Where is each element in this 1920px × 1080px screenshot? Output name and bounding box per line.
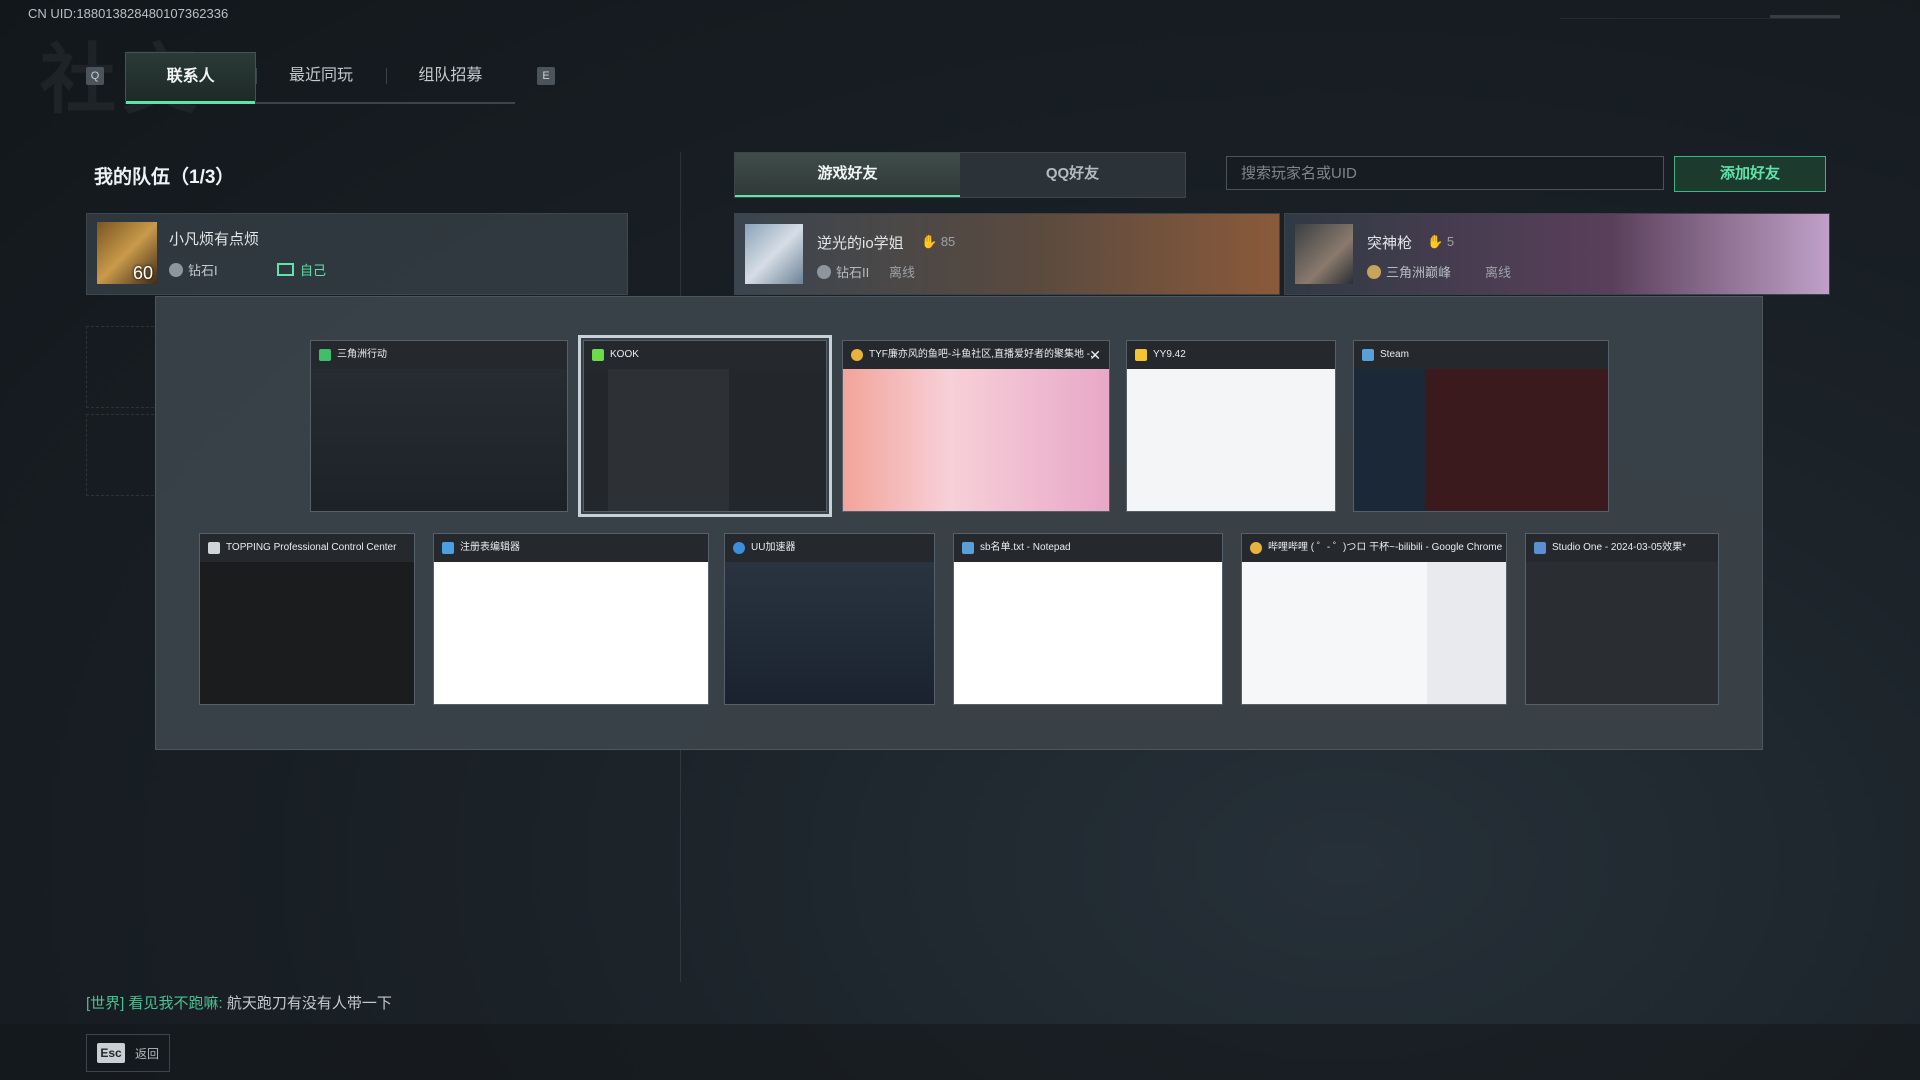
window-title: 哔哩哔哩 ( ゜- ゜)つロ 干杯~-bilibili - Google Chr… [1268,542,1503,553]
member-rank-text: 钻石I [188,263,218,278]
window-preview [1127,369,1335,511]
tab-qq-friends[interactable]: QQ好友 [960,153,1185,197]
member-level: 60 [132,263,153,283]
app-icon [1250,542,1262,554]
window-thumbnail[interactable]: Studio One - 2024-03-05效果* [1525,533,1719,705]
member-rank: 钻石I [169,260,218,279]
window-thumbnail[interactable]: TYF廉亦风的鱼吧-斗鱼社区,直播爱好者的聚集地 -... ✕ [842,340,1110,512]
window-preview [200,562,414,704]
window-title: TOPPING Professional Control Center [226,542,397,553]
world-chat-line: [世界] 看见我不跑嘛: 航天跑刀有没有人带一下 [86,995,392,1012]
app-icon [442,542,454,554]
friend-count-value: 5 [1446,234,1455,249]
app-icon [319,349,331,361]
friend-rank-text: 钻石II [836,265,870,280]
esc-key: Esc [97,1043,125,1063]
window-preview [1354,369,1608,511]
window-preview [725,562,934,704]
window-title: TYF廉亦风的鱼吧-斗鱼社区,直播爱好者的聚集地 -... [869,349,1099,360]
app-icon [1135,349,1147,361]
app-icon [592,349,604,361]
friend-tabs: 游戏好友 QQ好友 [734,152,1186,198]
friend-count-value: 85 [940,234,956,249]
window-preview [584,369,826,511]
add-friend-button[interactable]: 添加好友 [1674,156,1826,192]
member-status: 自己 [277,260,326,279]
team-member-card[interactable]: 60 小凡烦有点烦 钻石I 自己 [86,213,628,295]
friend-card[interactable]: 突神枪 ✋ 5 三角洲巅峰 离线 [1284,213,1830,295]
window-title: 注册表编辑器 [460,542,520,553]
app-icon [208,542,220,554]
friend-status: 离线 [889,265,916,280]
hand-icon: ✋ [1427,234,1444,249]
top-decoration [1560,15,1840,55]
app-icon [962,542,974,554]
window-thumbnail[interactable]: 三角洲行动 [310,340,568,512]
close-icon[interactable]: ✕ [1089,341,1101,369]
avatar [745,224,803,284]
friend-rank: 钻石II [817,262,869,281]
app-icon [1362,349,1374,361]
window-thumbnail[interactable]: YY9.42 [1126,340,1336,512]
team-title: 我的队伍（1/3） [94,167,235,188]
friend-rank: 三角洲巅峰 [1367,262,1451,281]
main-tabs: 联系人 最近同玩 组队招募 [125,52,515,104]
rank-icon [169,263,183,277]
friend-card[interactable]: 逆光的io学姐 ✋ 85 钻石II 离线 [734,213,1280,295]
friend-name: 逆光的io学姐 [817,235,904,252]
window-title: 三角洲行动 [337,349,387,360]
window-title: Steam [1380,349,1409,360]
search-input[interactable]: 搜索玩家名或UID [1226,156,1664,190]
window-preview [434,562,708,704]
avatar [1295,224,1353,284]
window-thumbnail[interactable]: 哔哩哔哩 ( ゜- ゜)つロ 干杯~-bilibili - Google Chr… [1241,533,1507,705]
chat-channel: [世界] [86,995,125,1012]
app-icon [851,349,863,361]
back-label: 返回 [135,1047,160,1061]
rank-icon [817,265,831,279]
window-thumbnail-selected[interactable]: KOOK [578,335,832,517]
friend-status: 离线 [1485,265,1512,280]
tab-recent-played[interactable]: 最近同玩 [256,52,385,100]
friend-rank-text: 三角洲巅峰 [1386,265,1452,280]
window-preview [311,369,567,511]
window-thumbnail[interactable]: TOPPING Professional Control Center [199,533,415,705]
bottom-bar [0,1024,1920,1080]
window-thumbnail[interactable]: Steam [1353,340,1609,512]
hand-icon: ✋ [921,234,938,249]
window-title: UU加速器 [751,542,796,553]
tab-contacts[interactable]: 联系人 [125,52,257,104]
chat-message: 航天跑刀有没有人带一下 [226,995,392,1012]
app-icon [1534,542,1546,554]
member-name: 小凡烦有点烦 [169,231,260,248]
window-title: YY9.42 [1153,349,1186,360]
chat-user[interactable]: 看见我不跑嘛 [129,995,219,1012]
avatar: 60 [97,222,157,284]
window-title: KOOK [610,349,639,360]
window-thumbnail[interactable]: 注册表编辑器 [433,533,709,705]
tab-game-friends[interactable]: 游戏好友 [735,153,960,197]
tab-team-recruit[interactable]: 组队招募 [385,52,515,100]
rank-icon [1367,265,1381,279]
app-icon [733,542,745,554]
window-title: Studio One - 2024-03-05效果* [1552,542,1686,553]
window-thumbnail[interactable]: sb名单.txt - Notepad [953,533,1223,705]
friend-count: ✋ 85 [921,234,955,250]
window-title: sb名单.txt - Notepad [980,542,1071,553]
window-preview [843,369,1109,511]
member-status-text: 自己 [300,263,327,278]
window-preview [1526,562,1718,704]
friend-name: 突神枪 [1367,235,1413,252]
pc-icon [277,263,294,276]
window-thumbnail[interactable]: UU加速器 [724,533,935,705]
prev-tab-key[interactable]: Q [86,67,104,85]
window-preview [1242,562,1506,704]
next-tab-key[interactable]: E [537,67,555,85]
back-button[interactable]: Esc 返回 [86,1034,170,1072]
friend-count: ✋ 5 [1427,234,1454,250]
window-preview [954,562,1222,704]
task-switcher: 三角洲行动 KOOK TYF廉亦风的鱼吧-斗鱼社区,直播爱好者的聚集地 -...… [155,296,1763,750]
